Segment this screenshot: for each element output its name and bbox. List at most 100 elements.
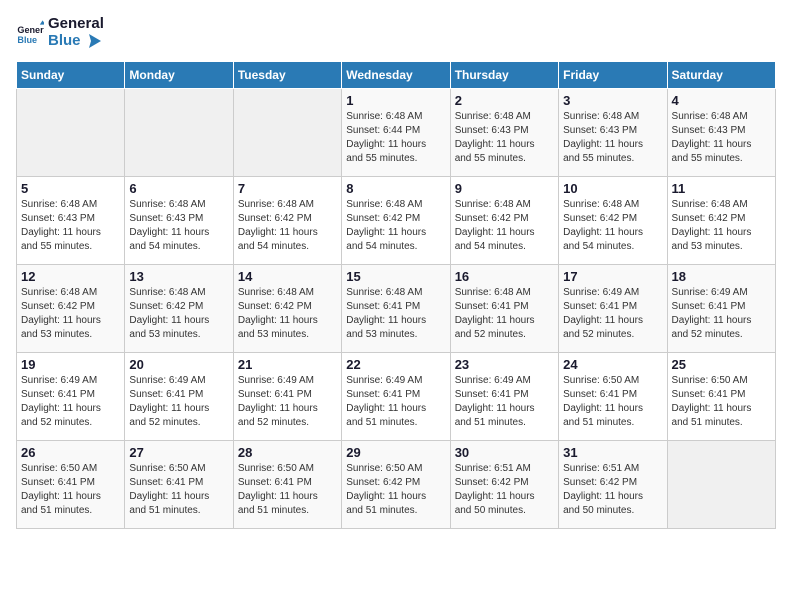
calendar-cell: 12Sunrise: 6:48 AMSunset: 6:42 PMDayligh… xyxy=(17,265,125,353)
calendar-cell: 4 Sunrise: 6:48 AMSunset: 6:43 PMDaylight… xyxy=(667,89,775,177)
calendar-cell: 6Sunrise: 6:48 AMSunset: 6:43 PMDaylight… xyxy=(125,177,233,265)
day-info: Sunrise: 6:51 AMSunset: 6:42 PMDaylight:… xyxy=(563,462,662,518)
calendar-cell: 2 Sunrise: 6:48 AMSunset: 6:43 PMDaylight… xyxy=(450,89,558,177)
calendar-cell: 8Sunrise: 6:48 AMSunset: 6:42 PMDaylight… xyxy=(342,177,450,265)
day-info: Sunrise: 6:50 AMSunset: 6:41 PMDaylight:… xyxy=(563,374,662,430)
day-number: 23 xyxy=(455,357,554,372)
day-info: Sunrise: 6:49 AMSunset: 6:41 PMDaylight:… xyxy=(455,374,554,430)
day-number: 27 xyxy=(129,445,228,460)
day-number: 9 xyxy=(455,181,554,196)
day-number: 26 xyxy=(21,445,120,460)
day-info: Sunrise: 6:49 AMSunset: 6:41 PMDaylight:… xyxy=(672,286,771,342)
calendar-cell: 24 Sunrise: 6:50 AMSunset: 6:41 PMDayligh… xyxy=(559,353,667,441)
day-number: 29 xyxy=(346,445,445,460)
day-number: 22 xyxy=(346,357,445,372)
day-info: Sunrise: 6:50 AMSunset: 6:41 PMDaylight:… xyxy=(21,462,120,518)
calendar-cell: 28Sunrise: 6:50 AMSunset: 6:41 PMDayligh… xyxy=(233,441,341,529)
calendar-header-row: SundayMondayTuesdayWednesdayThursdayFrid… xyxy=(17,62,776,89)
calendar-cell: 17 Sunrise: 6:49 AMSunset: 6:41 PMDayligh… xyxy=(559,265,667,353)
weekday-header-tuesday: Tuesday xyxy=(233,62,341,89)
calendar-cell: 20 Sunrise: 6:49 AMSunset: 6:41 PMDayligh… xyxy=(125,353,233,441)
calendar-cell: 1 Sunrise: 6:48 AMSunset: 6:44 PMDaylight… xyxy=(342,89,450,177)
calendar-cell: 31 Sunrise: 6:51 AMSunset: 6:42 PMDayligh… xyxy=(559,441,667,529)
day-number: 24 xyxy=(563,357,662,372)
logo-general: General xyxy=(48,16,104,33)
calendar-cell: 10 Sunrise: 6:48 AMSunset: 6:42 PMDayligh… xyxy=(559,177,667,265)
day-info: Sunrise: 6:49 AMSunset: 6:41 PMDaylight:… xyxy=(563,286,662,342)
calendar-cell xyxy=(17,89,125,177)
day-number: 19 xyxy=(21,357,120,372)
day-info: Sunrise: 6:48 AMSunset: 6:43 PMDaylight:… xyxy=(455,110,554,166)
day-info: Sunrise: 6:48 AMSunset: 6:43 PMDaylight:… xyxy=(672,110,771,166)
weekday-header-friday: Friday xyxy=(559,62,667,89)
day-number: 18 xyxy=(672,269,771,284)
day-number: 28 xyxy=(238,445,337,460)
day-info: Sunrise: 6:48 AMSunset: 6:42 PMDaylight:… xyxy=(238,198,337,254)
calendar-cell: 11Sunrise: 6:48 AMSunset: 6:42 PMDayligh… xyxy=(667,177,775,265)
logo: General Blue General Blue xyxy=(16,16,104,49)
day-number: 1 xyxy=(346,93,445,108)
page-header: General Blue General Blue xyxy=(16,16,776,49)
day-info: Sunrise: 6:48 AMSunset: 6:41 PMDaylight:… xyxy=(346,286,445,342)
day-number: 31 xyxy=(563,445,662,460)
calendar-week-5: 26 Sunrise: 6:50 AMSunset: 6:41 PMDayligh… xyxy=(17,441,776,529)
day-number: 21 xyxy=(238,357,337,372)
day-info: Sunrise: 6:49 AMSunset: 6:41 PMDaylight:… xyxy=(238,374,337,430)
calendar-cell: 15 Sunrise: 6:48 AMSunset: 6:41 PMDayligh… xyxy=(342,265,450,353)
day-number: 14 xyxy=(238,269,337,284)
day-number: 7 xyxy=(238,181,337,196)
calendar-cell: 5Sunrise: 6:48 AMSunset: 6:43 PMDaylight… xyxy=(17,177,125,265)
calendar-table: SundayMondayTuesdayWednesdayThursdayFrid… xyxy=(16,61,776,529)
day-number: 4 xyxy=(672,93,771,108)
calendar-cell: 7 Sunrise: 6:48 AMSunset: 6:42 PMDaylight… xyxy=(233,177,341,265)
calendar-week-1: 1 Sunrise: 6:48 AMSunset: 6:44 PMDaylight… xyxy=(17,89,776,177)
day-info: Sunrise: 6:50 AMSunset: 6:41 PMDaylight:… xyxy=(672,374,771,430)
calendar-cell: 29Sunrise: 6:50 AMSunset: 6:42 PMDayligh… xyxy=(342,441,450,529)
calendar-cell: 19 Sunrise: 6:49 AMSunset: 6:41 PMDayligh… xyxy=(17,353,125,441)
day-number: 10 xyxy=(563,181,662,196)
day-info: Sunrise: 6:49 AMSunset: 6:41 PMDaylight:… xyxy=(129,374,228,430)
day-number: 8 xyxy=(346,181,445,196)
calendar-cell xyxy=(125,89,233,177)
day-number: 20 xyxy=(129,357,228,372)
calendar-cell: 22 Sunrise: 6:49 AMSunset: 6:41 PMDayligh… xyxy=(342,353,450,441)
day-number: 13 xyxy=(129,269,228,284)
calendar-week-4: 19 Sunrise: 6:49 AMSunset: 6:41 PMDayligh… xyxy=(17,353,776,441)
logo-arrow-icon xyxy=(83,34,101,48)
calendar-cell: 30 Sunrise: 6:51 AMSunset: 6:42 PMDayligh… xyxy=(450,441,558,529)
day-number: 15 xyxy=(346,269,445,284)
logo-icon: General Blue xyxy=(16,19,44,47)
day-number: 16 xyxy=(455,269,554,284)
calendar-cell: 25 Sunrise: 6:50 AMSunset: 6:41 PMDayligh… xyxy=(667,353,775,441)
calendar-body: 1 Sunrise: 6:48 AMSunset: 6:44 PMDaylight… xyxy=(17,89,776,529)
calendar-cell: 9 Sunrise: 6:48 AMSunset: 6:42 PMDaylight… xyxy=(450,177,558,265)
calendar-cell: 16Sunrise: 6:48 AMSunset: 6:41 PMDayligh… xyxy=(450,265,558,353)
day-info: Sunrise: 6:48 AMSunset: 6:44 PMDaylight:… xyxy=(346,110,445,166)
calendar-cell: 26 Sunrise: 6:50 AMSunset: 6:41 PMDayligh… xyxy=(17,441,125,529)
day-number: 17 xyxy=(563,269,662,284)
calendar-cell: 23 Sunrise: 6:49 AMSunset: 6:41 PMDayligh… xyxy=(450,353,558,441)
weekday-header-sunday: Sunday xyxy=(17,62,125,89)
calendar-cell: 13Sunrise: 6:48 AMSunset: 6:42 PMDayligh… xyxy=(125,265,233,353)
day-info: Sunrise: 6:48 AMSunset: 6:43 PMDaylight:… xyxy=(21,198,120,254)
calendar-cell xyxy=(667,441,775,529)
day-number: 30 xyxy=(455,445,554,460)
logo-blue: Blue xyxy=(48,33,104,50)
day-info: Sunrise: 6:51 AMSunset: 6:42 PMDaylight:… xyxy=(455,462,554,518)
calendar-week-3: 12Sunrise: 6:48 AMSunset: 6:42 PMDayligh… xyxy=(17,265,776,353)
day-number: 25 xyxy=(672,357,771,372)
day-info: Sunrise: 6:48 AMSunset: 6:43 PMDaylight:… xyxy=(563,110,662,166)
day-info: Sunrise: 6:49 AMSunset: 6:41 PMDaylight:… xyxy=(21,374,120,430)
svg-text:Blue: Blue xyxy=(17,34,37,44)
day-number: 12 xyxy=(21,269,120,284)
day-info: Sunrise: 6:48 AMSunset: 6:42 PMDaylight:… xyxy=(455,198,554,254)
day-number: 2 xyxy=(455,93,554,108)
calendar-cell: 27 Sunrise: 6:50 AMSunset: 6:41 PMDayligh… xyxy=(125,441,233,529)
calendar-cell: 21 Sunrise: 6:49 AMSunset: 6:41 PMDayligh… xyxy=(233,353,341,441)
day-info: Sunrise: 6:48 AMSunset: 6:42 PMDaylight:… xyxy=(563,198,662,254)
day-info: Sunrise: 6:50 AMSunset: 6:41 PMDaylight:… xyxy=(129,462,228,518)
weekday-header-monday: Monday xyxy=(125,62,233,89)
calendar-cell xyxy=(233,89,341,177)
weekday-header-thursday: Thursday xyxy=(450,62,558,89)
day-info: Sunrise: 6:49 AMSunset: 6:41 PMDaylight:… xyxy=(346,374,445,430)
